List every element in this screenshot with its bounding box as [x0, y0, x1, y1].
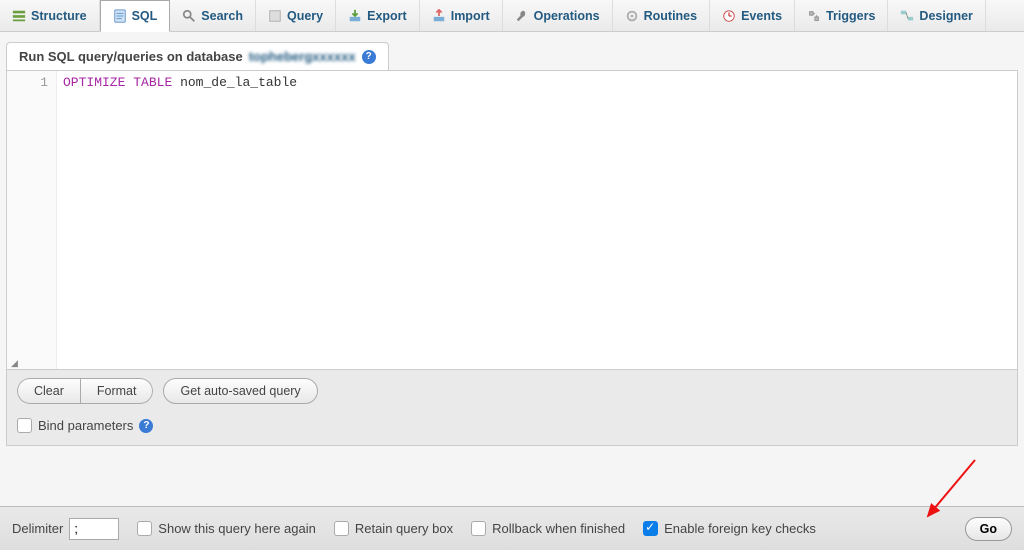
- sql-icon: [113, 9, 127, 23]
- search-icon: [182, 9, 196, 23]
- tab-label: Events: [741, 9, 782, 23]
- auto-saved-button[interactable]: Get auto-saved query: [163, 378, 317, 404]
- rollback-option[interactable]: Rollback when finished: [471, 521, 625, 536]
- bind-parameters-checkbox[interactable]: [17, 418, 32, 433]
- tab-label: Triggers: [826, 9, 875, 23]
- tab-search[interactable]: Search: [170, 0, 256, 31]
- designer-icon: [900, 9, 914, 23]
- panel-title-prefix: Run SQL query/queries on database: [19, 49, 243, 64]
- format-button[interactable]: Format: [80, 378, 154, 404]
- retain-label: Retain query box: [355, 521, 453, 536]
- help-icon[interactable]: ?: [139, 419, 153, 433]
- tab-label: Designer: [919, 9, 973, 23]
- tab-label: Search: [201, 9, 243, 23]
- export-icon: [348, 9, 362, 23]
- rollback-label: Rollback when finished: [492, 521, 625, 536]
- clear-format-group: Clear Format: [17, 378, 153, 404]
- routines-icon: [625, 9, 639, 23]
- show-again-checkbox[interactable]: [137, 521, 152, 536]
- tab-label: Structure: [31, 9, 87, 23]
- sql-keyword: OPTIMIZE: [63, 75, 125, 90]
- line-number: 1: [7, 75, 48, 90]
- delimiter-label: Delimiter: [12, 521, 63, 536]
- line-gutter: 1: [7, 71, 57, 369]
- tab-label: Import: [451, 9, 490, 23]
- show-again-option[interactable]: Show this query here again: [137, 521, 316, 536]
- footer-bar: Delimiter Show this query here again Ret…: [0, 506, 1024, 550]
- sql-editor[interactable]: 1 OPTIMIZE TABLE nom_de_la_table ◢: [6, 70, 1018, 370]
- delimiter-group: Delimiter: [12, 518, 119, 540]
- help-icon[interactable]: ?: [362, 50, 376, 64]
- events-icon: [722, 9, 736, 23]
- code-area[interactable]: OPTIMIZE TABLE nom_de_la_table: [57, 71, 297, 369]
- bind-parameters-label: Bind parameters: [38, 418, 133, 433]
- fkc-option[interactable]: Enable foreign key checks: [643, 521, 816, 536]
- fkc-checkbox[interactable]: [643, 521, 658, 536]
- tab-label: Export: [367, 9, 407, 23]
- tab-query[interactable]: Query: [256, 0, 336, 31]
- sql-identifier: nom_de_la_table: [180, 75, 297, 90]
- show-again-label: Show this query here again: [158, 521, 316, 536]
- tab-operations[interactable]: Operations: [503, 0, 613, 31]
- tab-sql[interactable]: SQL: [100, 0, 171, 32]
- import-icon: [432, 9, 446, 23]
- tab-routines[interactable]: Routines: [613, 0, 710, 31]
- triggers-icon: [807, 9, 821, 23]
- fkc-label: Enable foreign key checks: [664, 521, 816, 536]
- tab-export[interactable]: Export: [336, 0, 420, 31]
- tab-label: SQL: [132, 9, 158, 23]
- tab-label: Query: [287, 9, 323, 23]
- clear-button[interactable]: Clear: [17, 378, 80, 404]
- panel-title-bar: Run SQL query/queries on database topheb…: [6, 42, 389, 70]
- query-icon: [268, 9, 282, 23]
- tab-import[interactable]: Import: [420, 0, 503, 31]
- database-name[interactable]: tophebergxxxxxx: [249, 49, 356, 64]
- rollback-checkbox[interactable]: [471, 521, 486, 536]
- editor-toolbar-area: Clear Format Get auto-saved query Bind p…: [6, 370, 1018, 446]
- button-row: Clear Format Get auto-saved query: [17, 378, 1007, 404]
- bind-parameters-row: Bind parameters ?: [17, 418, 1007, 433]
- tab-structure[interactable]: Structure: [0, 0, 100, 31]
- tab-label: Operations: [534, 9, 600, 23]
- tab-bar: Structure SQL Search Query Export Import…: [0, 0, 1024, 32]
- structure-icon: [12, 9, 26, 23]
- tab-label: Routines: [644, 9, 697, 23]
- wrench-icon: [515, 9, 529, 23]
- tab-triggers[interactable]: Triggers: [795, 0, 888, 31]
- sql-panel: Run SQL query/queries on database topheb…: [6, 42, 1018, 446]
- sql-keyword: TABLE: [133, 75, 172, 90]
- tab-events[interactable]: Events: [710, 0, 795, 31]
- tab-designer[interactable]: Designer: [888, 0, 986, 31]
- delimiter-input[interactable]: [69, 518, 119, 540]
- retain-option[interactable]: Retain query box: [334, 521, 453, 536]
- resize-handle[interactable]: ◢: [11, 358, 18, 369]
- retain-checkbox[interactable]: [334, 521, 349, 536]
- go-button[interactable]: Go: [965, 517, 1012, 541]
